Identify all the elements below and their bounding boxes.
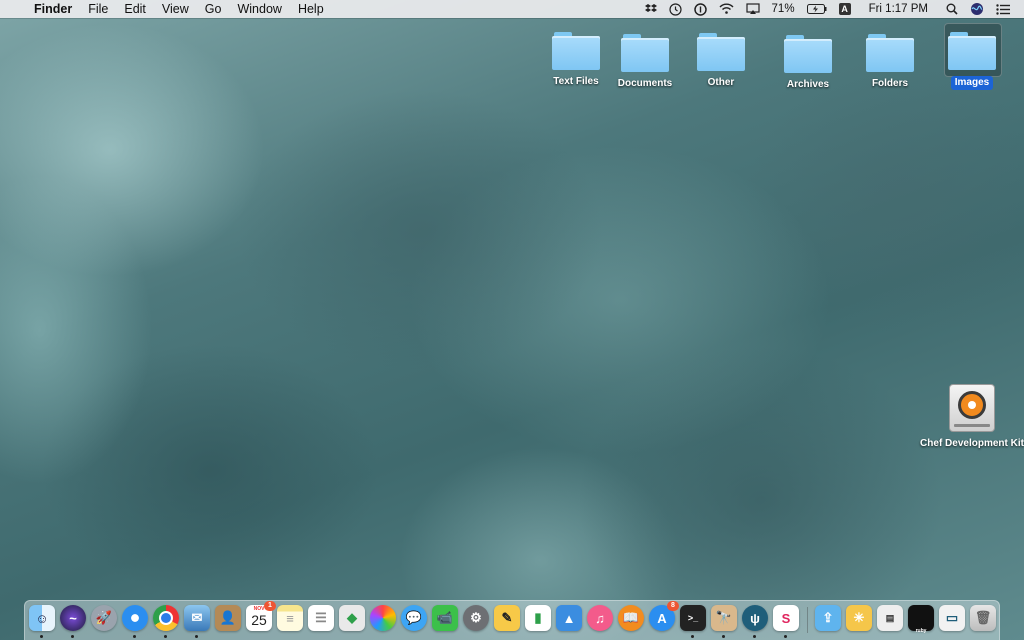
keynote-icon[interactable]: ▲ [556,605,582,631]
reminders-icon[interactable]: ☰ [308,605,334,631]
numbers-icon[interactable]: ▮ [525,605,551,631]
trash-icon[interactable]: 🗑 [970,605,996,631]
siri-icon[interactable] [964,2,990,16]
battery-percent[interactable]: 71% [766,3,801,15]
dock: ☺ ~ 🚀 ✉ 👤 NOV 25 1 ≡ ☰ ◆ 💬 📹 ⚙ ✎ ▮ ▲ ♫ 📖… [24,600,1000,640]
calendar-day: 25 [251,612,267,628]
dock-separator [807,607,808,633]
system-preferences-icon[interactable]: ⚙ [463,605,489,631]
finder-icon[interactable]: ☺ [29,605,55,638]
sourcetree-icon[interactable]: ψ [742,605,768,638]
menu-window[interactable]: Window [229,2,289,16]
terminal-window-label: ruby [915,628,927,634]
password-manager-icon[interactable] [688,2,713,16]
folder-label: Archives [786,79,830,90]
desktop-folder-other[interactable]: Other [676,31,766,89]
desktop-folder-images[interactable]: Images [927,30,1017,90]
folder-icon [621,32,669,72]
terminal-window-thumbnail[interactable]: ruby [908,605,934,634]
spotlight-search-icon[interactable] [940,3,964,15]
folder-label-selected: Images [950,76,994,90]
notes-icon[interactable]: ≡ [277,605,303,631]
volume-label: Chef Development Kit [920,438,1024,449]
menu-edit[interactable]: Edit [116,2,154,16]
notification-center-icon[interactable] [990,3,1016,15]
menu-bar: Finder File Edit View Go Window Help 71%… [0,0,1024,18]
preview-icon[interactable]: 🔭 [711,605,737,638]
menu-help[interactable]: Help [290,2,332,16]
downloads-stack-icon[interactable]: ✳ [846,605,872,631]
applications-folder-icon[interactable]: ⇪ [815,605,841,631]
slack-icon[interactable]: S [773,605,799,638]
battery-icon[interactable] [801,4,833,14]
calendar-badge: 1 [264,601,276,611]
contacts-icon[interactable]: 👤 [215,605,241,631]
clock[interactable]: Fri 1:17 PM [857,3,940,15]
ibooks-icon[interactable]: 📖 [618,605,644,631]
folder-icon [784,33,832,73]
launchpad-icon[interactable]: 🚀 [91,605,117,631]
folder-label: Other [707,77,735,88]
menu-view[interactable]: View [154,2,197,16]
disk-image-icon [949,384,995,432]
wifi-icon[interactable] [713,3,740,15]
folder-icon [948,30,996,70]
app-store-badge: 8 [667,601,679,611]
screenshot-stack-icon[interactable]: ▤ [877,605,903,631]
desktop-folder-archives[interactable]: Archives [763,33,853,91]
desktop-folder-folders[interactable]: Folders [845,32,935,90]
desktop-volume-chef-dk[interactable]: Chef Development Kit [920,384,1024,450]
pages-icon[interactable]: ✎ [494,605,520,631]
safari-icon[interactable] [122,605,148,638]
menu-go[interactable]: Go [197,2,230,16]
chrome-icon[interactable] [153,605,179,638]
input-source-label: A [838,3,851,15]
folder-icon [866,32,914,72]
time-machine-icon[interactable] [663,2,688,16]
siri-app-icon[interactable]: ~ [60,605,86,638]
calendar-icon[interactable]: NOV 25 1 [246,601,276,631]
menu-file[interactable]: File [80,2,116,16]
facetime-icon[interactable]: 📹 [432,605,458,631]
messages-icon[interactable]: 💬 [401,605,427,631]
browser-window-thumbnail[interactable]: ▭ [939,605,965,631]
folder-label: Folders [871,78,909,89]
app-store-icon[interactable]: A8 [649,601,679,631]
folder-icon [697,31,745,71]
mail-icon[interactable]: ✉ [184,605,210,638]
dropbox-icon[interactable] [639,3,663,15]
input-source-icon[interactable]: A [833,3,857,15]
terminal-icon[interactable]: >_ [680,605,706,638]
airplay-icon[interactable] [740,3,766,15]
menu-app-name[interactable]: Finder [30,2,80,16]
itunes-icon[interactable]: ♫ [587,605,613,631]
maps-icon[interactable]: ◆ [339,605,365,631]
photos-icon[interactable] [370,605,396,631]
folder-icon [552,30,600,70]
